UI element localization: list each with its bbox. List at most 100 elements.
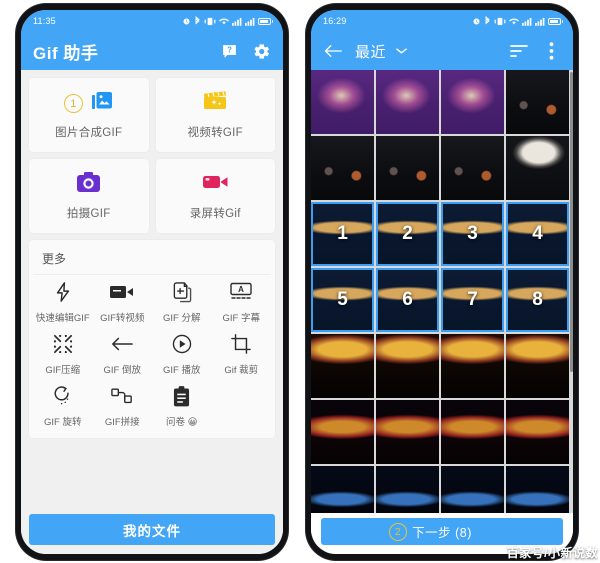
photo-cell-selected[interactable]: 6 — [376, 268, 439, 332]
selection-order-number: 8 — [532, 289, 543, 310]
photo-cell[interactable] — [441, 136, 504, 200]
photo-cell-selected[interactable]: 3 — [441, 202, 504, 266]
more-grid: 快速编辑GIF GIF转视频 GIF 分解 A GIF 字幕 GIF压缩 GIF… — [33, 281, 271, 428]
photo-cell-selected[interactable]: 2 — [376, 202, 439, 266]
video-camera-icon — [202, 173, 229, 196]
card-label: 图片合成GIF — [55, 126, 123, 139]
photo-grid[interactable]: 1 2 3 4 5 6 7 8 — [311, 70, 573, 554]
arrow-left-icon — [111, 333, 134, 355]
vibrate-icon — [494, 17, 506, 26]
photo-cell[interactable] — [506, 400, 569, 464]
arrow-back-icon[interactable] — [323, 41, 343, 61]
wifi-icon — [219, 17, 229, 26]
photo-cell-selected[interactable]: 1 — [311, 202, 374, 266]
split-pages-icon — [172, 281, 192, 303]
photo-cell[interactable] — [311, 400, 374, 464]
more-item-label: GIF 分解 — [163, 313, 201, 324]
annotation-badge-1: 1 — [63, 94, 83, 113]
card-capture-gif[interactable]: 拍摄GIF — [29, 159, 149, 233]
photo-cell[interactable] — [506, 136, 569, 200]
more-item-label: GIF 旋转 — [44, 417, 82, 428]
photo-picker-body: 1 2 3 4 5 6 7 8 2 下一步 (8) — [311, 70, 573, 554]
card-label: 视频转GIF — [187, 126, 243, 139]
photo-cell[interactable] — [441, 70, 504, 134]
more-item-label: GIF 播放 — [163, 365, 201, 376]
watermark: 百家号/小新说数 — [506, 546, 598, 560]
card-photos-to-gif[interactable]: 1 图片合成GIF — [29, 78, 149, 152]
photo-cell[interactable] — [441, 400, 504, 464]
photo-cell[interactable] — [311, 334, 374, 398]
right-phone-frame: 16:29 最近 1 2 3 4 5 6 7 8 2 下一步 (8) — [306, 4, 578, 560]
more-item-gif-split[interactable]: GIF 分解 — [152, 281, 212, 324]
app-title: Gif 助手 — [33, 43, 99, 63]
photo-cell[interactable] — [506, 70, 569, 134]
photo-cell[interactable] — [506, 334, 569, 398]
more-item-label: 问卷 😀 — [165, 417, 198, 428]
card-icon-row — [202, 172, 229, 198]
more-item-gif-join[interactable]: GIF拼接 — [93, 385, 153, 428]
card-video-to-gif[interactable]: 视频转GIF — [155, 78, 275, 152]
card-icon-row — [202, 91, 228, 117]
bluetooth-icon — [194, 16, 201, 26]
signal-icon — [535, 17, 545, 26]
more-item-survey[interactable]: 问卷 😀 — [152, 385, 212, 428]
photo-cell[interactable] — [311, 70, 374, 134]
video-icon — [110, 281, 134, 303]
photo-cell[interactable] — [376, 70, 439, 134]
status-clock: 11:35 — [33, 16, 56, 26]
app-bar: Gif 助手 ? — [21, 32, 283, 70]
feature-card-grid: 1 图片合成GIF 视频转GIF 拍摄GIF 录屏转Gif — [29, 78, 275, 233]
help-badge-icon[interactable]: ? — [219, 41, 239, 61]
more-item-gif-compress[interactable]: GIF压缩 — [33, 333, 93, 376]
annotation-badge-2: 2 — [389, 522, 407, 541]
photo-cell[interactable] — [311, 136, 374, 200]
selection-order-number: 1 — [337, 223, 348, 244]
picker-app-bar: 最近 — [311, 32, 573, 70]
photo-cell[interactable] — [441, 334, 504, 398]
alarm-icon — [472, 17, 481, 26]
more-item-label: GIF 倒放 — [103, 365, 141, 376]
gear-icon[interactable] — [251, 41, 271, 61]
photo-cell-selected[interactable]: 5 — [311, 268, 374, 332]
more-item-gif-play[interactable]: GIF 播放 — [152, 333, 212, 376]
selection-order-number: 4 — [532, 223, 543, 244]
more-item-gif-crop[interactable]: Gif 裁剪 — [212, 333, 272, 376]
more-item-gif-to-video[interactable]: GIF转视频 — [93, 281, 153, 324]
more-vertical-icon[interactable] — [541, 41, 561, 61]
right-phone-screen: 16:29 最近 1 2 3 4 5 6 7 8 2 下一步 (8) — [311, 10, 573, 554]
photos-icon — [90, 89, 114, 118]
card-icon-row — [76, 172, 101, 198]
photo-cell[interactable] — [376, 334, 439, 398]
join-icon — [111, 385, 133, 407]
more-panel: 更多 快速编辑GIF GIF转视频 GIF 分解 A GIF 字幕 GIF压缩 … — [29, 240, 275, 438]
more-item-gif-reverse[interactable]: GIF 倒放 — [93, 333, 153, 376]
more-item-gif-subtitle[interactable]: A GIF 字幕 — [212, 281, 272, 324]
more-panel-title: 更多 — [33, 248, 271, 275]
status-bar: 16:29 — [311, 10, 573, 32]
rotate-icon — [53, 385, 72, 407]
photo-cell-selected[interactable]: 7 — [441, 268, 504, 332]
chevron-down-icon[interactable] — [396, 42, 407, 60]
my-files-button[interactable]: 我的文件 — [29, 514, 275, 545]
photo-cell-selected[interactable]: 4 — [506, 202, 569, 266]
battery-icon — [258, 17, 273, 25]
picker-title: 最近 — [355, 43, 387, 61]
svg-text:?: ? — [227, 45, 232, 54]
svg-text:A: A — [238, 285, 244, 294]
more-item-label: Gif 裁剪 — [224, 365, 259, 376]
card-screenrecord-to-gif[interactable]: 录屏转Gif — [155, 159, 275, 233]
signal-icon — [522, 17, 532, 26]
photo-cell[interactable] — [376, 400, 439, 464]
more-item-quick-edit[interactable]: 快速编辑GIF — [33, 281, 93, 324]
grid-scrollbar[interactable] — [570, 72, 573, 372]
sort-icon[interactable] — [509, 41, 529, 61]
selection-order-number: 7 — [467, 289, 478, 310]
left-phone-screen: 11:35 Gif 助手 ? 1 图片合成GIF 视频转GIF 拍摄GIF 录屏… — [21, 10, 283, 554]
photo-cell[interactable] — [376, 136, 439, 200]
next-step-button[interactable]: 2 下一步 (8) — [321, 518, 563, 545]
more-item-label: 快速编辑GIF — [35, 313, 90, 324]
more-item-gif-rotate[interactable]: GIF 旋转 — [33, 385, 93, 428]
photo-cell-selected[interactable]: 8 — [506, 268, 569, 332]
subtitle-icon: A — [230, 281, 252, 303]
alarm-icon — [182, 17, 191, 26]
